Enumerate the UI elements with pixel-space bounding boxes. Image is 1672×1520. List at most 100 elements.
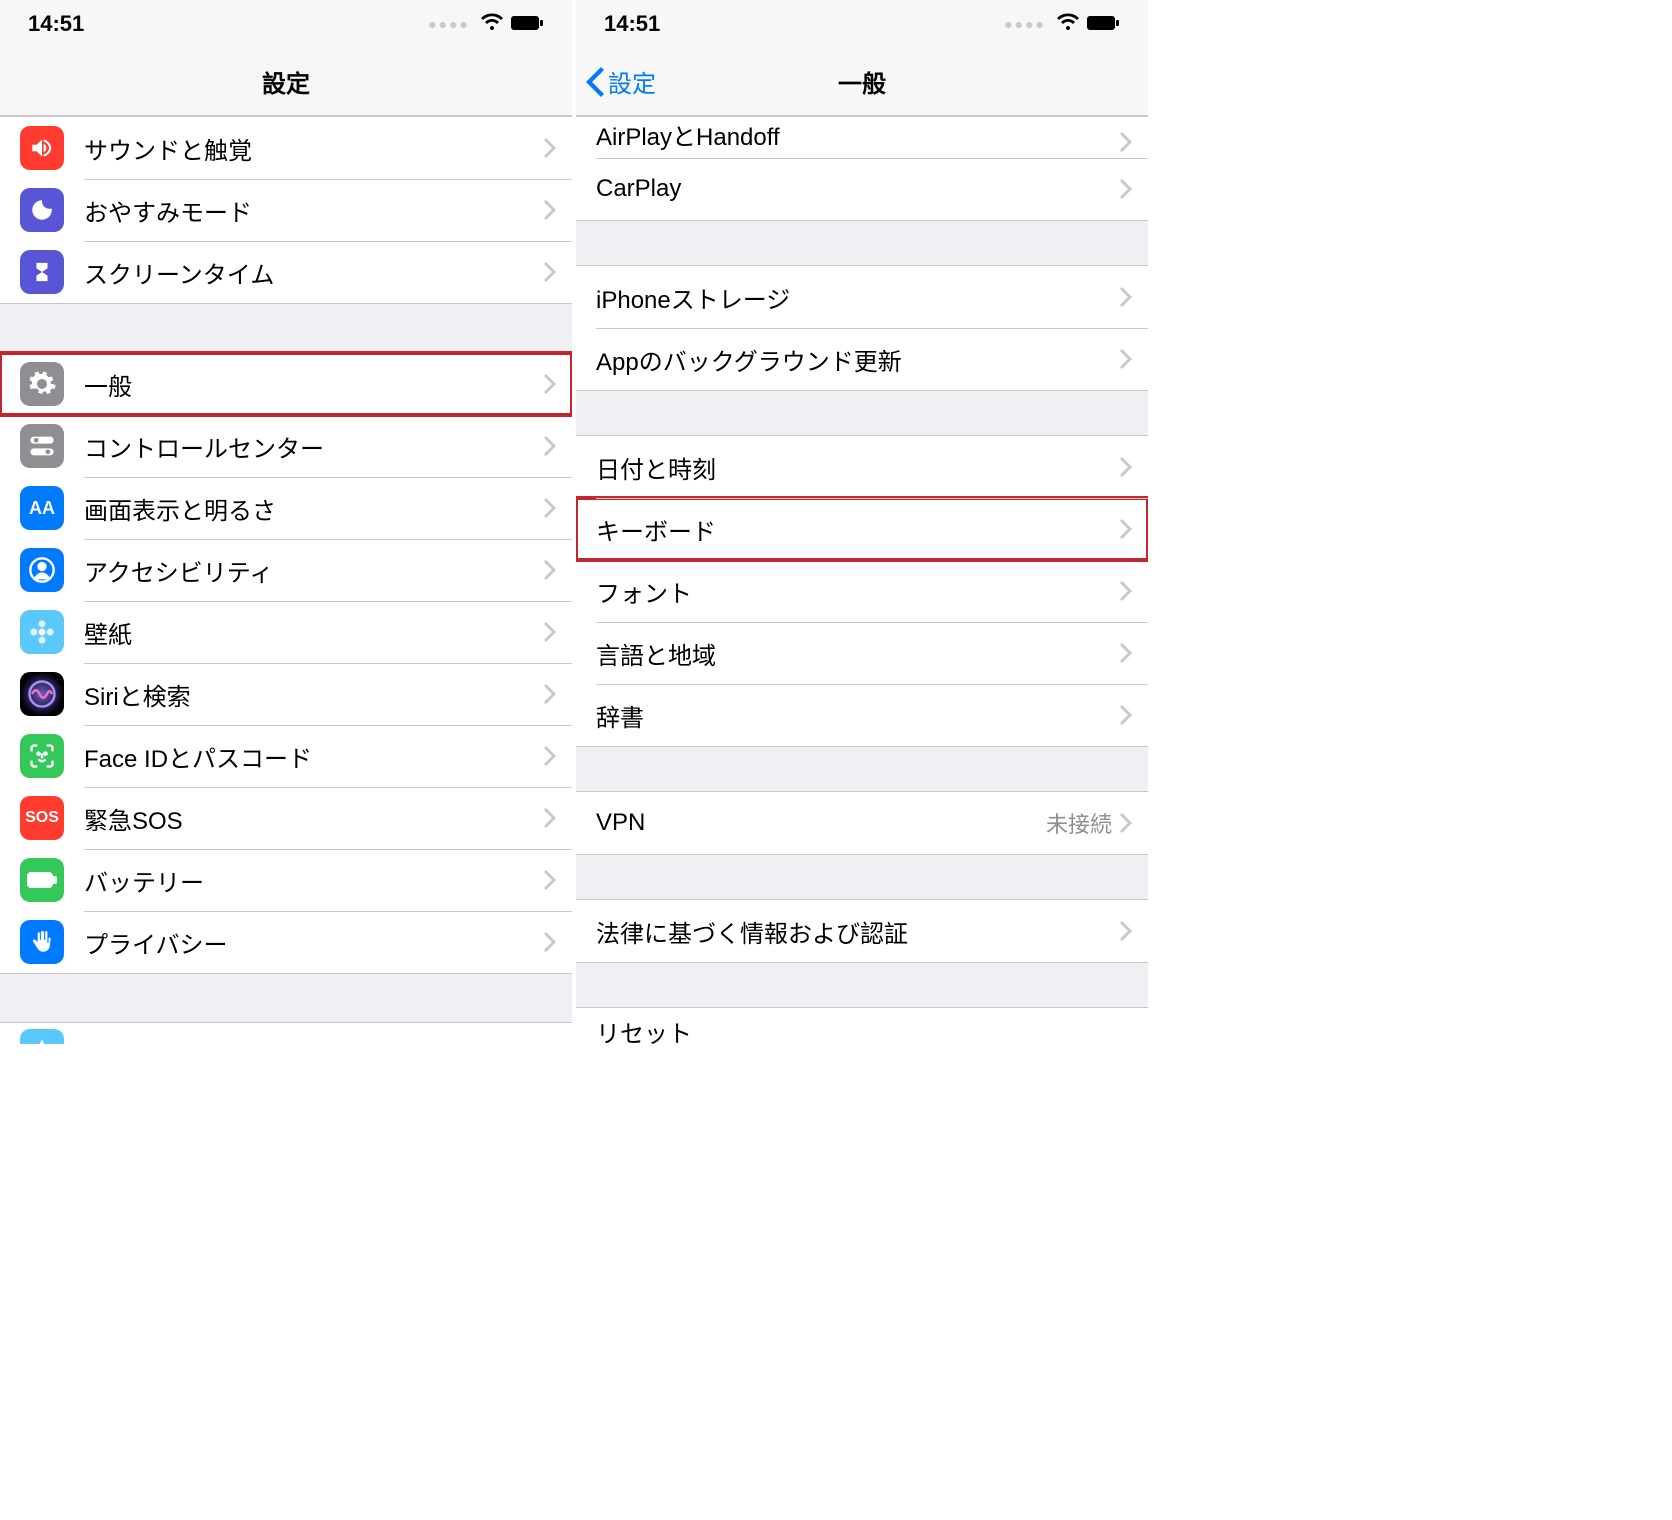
settings-group: サウンドと触覚 おやすみモード スクリーンタイム [0,116,572,304]
row-carplay[interactable]: CarPlay [576,158,1148,220]
moon-icon [20,188,64,232]
row-faceid[interactable]: Face IDとパスコード [0,725,572,787]
battery-icon [510,11,544,37]
chevron-right-icon [1120,457,1132,477]
row-general[interactable]: 一般 [0,353,572,415]
row-airplay[interactable]: AirPlayとHandoff [576,117,1148,158]
settings-group [0,1022,572,1044]
row-label: VPN [596,809,1046,837]
group-gap [576,963,1148,1007]
status-time: 14:51 [604,11,660,37]
chevron-right-icon [544,808,556,828]
chevron-right-icon [1120,519,1132,539]
general-group: AirPlayとHandoff CarPlay [576,116,1148,221]
wifi-icon [480,11,504,37]
row-storage[interactable]: iPhoneストレージ [576,266,1148,328]
status-right: ●●●● [428,11,544,37]
chevron-right-icon [1120,581,1132,601]
group-gap [576,855,1148,899]
hand-icon [20,920,64,964]
row-keyboard[interactable]: キーボード [576,498,1148,560]
row-display[interactable]: AA 画面表示と明るさ [0,477,572,539]
nav-bar: 設定 一般 [576,48,1148,116]
nav-title: 設定 [262,64,310,99]
chevron-right-icon [544,870,556,890]
row-label: Appのバックグラウンド更新 [596,342,1120,377]
chevron-right-icon [544,622,556,642]
phone-settings: 14:51 ●●●● 設定 サウンドと触覚 おやすみモード スクリーンタイム 一… [0,0,572,1044]
chevron-right-icon [1120,179,1132,199]
row-label: 緊急SOS [84,801,544,836]
row-label: AirPlayとHandoff [596,117,1120,152]
row-language[interactable]: 言語と地域 [576,622,1148,684]
group-gap [576,747,1148,791]
row-control-center[interactable]: コントロールセンター [0,415,572,477]
battery-icon [1086,11,1120,37]
row-wallpaper[interactable]: 壁紙 [0,601,572,663]
gear-icon [20,362,64,406]
row-label: Siriと検索 [84,677,544,712]
row-label: スクリーンタイム [84,255,544,290]
chevron-right-icon [544,560,556,580]
row-label: バッテリー [84,863,544,898]
row-label: リセット [596,1014,1132,1044]
row-label: Face IDとパスコード [84,739,544,774]
chevron-right-icon [1120,132,1132,152]
row-label: アクセシビリティ [84,553,544,588]
status-time: 14:51 [28,11,84,37]
row-label: 辞書 [596,698,1120,733]
row-value: 未接続 [1046,807,1112,839]
row-sos[interactable]: SOS 緊急SOS [0,787,572,849]
itunes-icon [20,1029,64,1044]
row-dnd[interactable]: おやすみモード [0,179,572,241]
hourglass-icon [20,250,64,294]
row-label: 言語と地域 [596,636,1120,671]
cellular-dots-icon: ●●●● [1004,16,1046,32]
row-datetime[interactable]: 日付と時刻 [576,436,1148,498]
row-label: 画面表示と明るさ [84,491,544,526]
row-accessibility[interactable]: アクセシビリティ [0,539,572,601]
chevron-right-icon [544,200,556,220]
group-gap [576,221,1148,265]
row-label: iPhoneストレージ [596,280,1120,315]
row-itunes[interactable] [0,1023,572,1044]
toggles-icon [20,424,64,468]
group-gap [0,974,572,1022]
general-group: VPN 未接続 [576,791,1148,855]
row-label: 日付と時刻 [596,450,1120,485]
general-group: iPhoneストレージ Appのバックグラウンド更新 [576,265,1148,391]
row-battery[interactable]: バッテリー [0,849,572,911]
back-button[interactable]: 設定 [586,64,656,99]
row-label: 法律に基づく情報および認証 [596,914,1120,949]
row-bgrefresh[interactable]: Appのバックグラウンド更新 [576,328,1148,390]
chevron-right-icon [1120,643,1132,663]
chevron-right-icon [544,374,556,394]
row-fonts[interactable]: フォント [576,560,1148,622]
general-group: 日付と時刻 キーボード フォント 言語と地域 辞書 [576,435,1148,747]
row-label: コントロールセンター [84,429,544,464]
aa-icon: AA [20,486,64,530]
group-gap [576,391,1148,435]
row-reset[interactable]: リセット [576,1008,1148,1044]
row-vpn[interactable]: VPN 未接続 [576,792,1148,854]
battery-icon [20,858,64,902]
chevron-right-icon [544,262,556,282]
chevron-right-icon [544,498,556,518]
settings-group: 一般 コントロールセンター AA 画面表示と明るさ アクセシビリティ 壁紙 Si… [0,352,572,974]
chevron-right-icon [1120,349,1132,369]
status-bar: 14:51 ●●●● [0,0,572,48]
back-label: 設定 [608,64,656,99]
row-sounds[interactable]: サウンドと触覚 [0,117,572,179]
row-legal[interactable]: 法律に基づく情報および認証 [576,900,1148,962]
chevron-right-icon [544,436,556,456]
general-group: 法律に基づく情報および認証 [576,899,1148,963]
chevron-right-icon [544,138,556,158]
row-privacy[interactable]: プライバシー [0,911,572,973]
chevron-right-icon [1120,705,1132,725]
siri-icon [20,672,64,716]
chevron-right-icon [544,746,556,766]
row-dict[interactable]: 辞書 [576,684,1148,746]
wifi-icon [1056,11,1080,37]
row-siri[interactable]: Siriと検索 [0,663,572,725]
row-screentime[interactable]: スクリーンタイム [0,241,572,303]
